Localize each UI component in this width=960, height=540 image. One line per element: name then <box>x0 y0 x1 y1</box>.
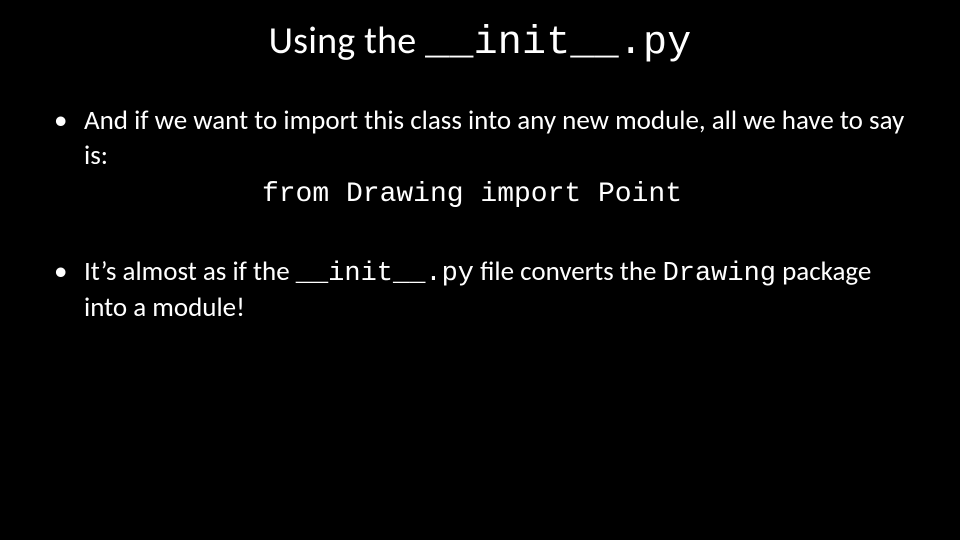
slide-title: Using the __init__.py <box>0 0 960 76</box>
title-text: Using the <box>269 18 426 64</box>
slide-body: And if we want to import this class into… <box>0 76 960 326</box>
slide: Using the __init__.py And if we want to … <box>0 0 960 540</box>
bullet-item: It’s almost as if the __init__.py file c… <box>40 255 920 326</box>
bullet-text-part: file converts the <box>474 255 663 288</box>
bullet-text: And if we want to import this class into… <box>84 104 904 172</box>
bullet-list: And if we want to import this class into… <box>40 104 920 326</box>
code-line: from Drawing import Point <box>84 177 920 213</box>
bullet-text-part: It’s almost as if the <box>84 255 296 288</box>
inline-code: __init__.py <box>296 259 474 289</box>
bullet-item: And if we want to import this class into… <box>40 104 920 213</box>
title-code: __init__.py <box>425 21 691 66</box>
inline-code: Drawing <box>663 259 776 289</box>
